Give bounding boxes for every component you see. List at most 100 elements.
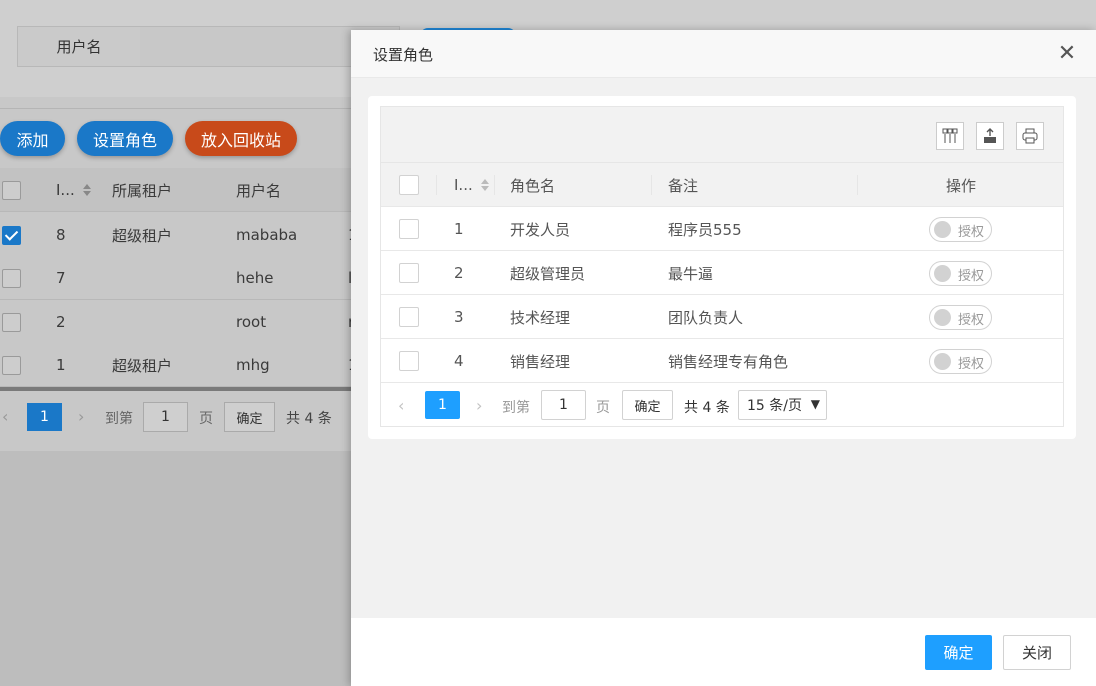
chevron-down-icon: ▼	[810, 397, 820, 411]
row-checkbox[interactable]	[399, 263, 419, 283]
table-row[interactable]: 2 超级管理员 最牛逼 授权	[381, 251, 1063, 295]
next-page-icon[interactable]: ›	[78, 407, 84, 426]
role-table-header: I... 角色名 备注 操作	[381, 163, 1063, 207]
print-icon[interactable]	[1016, 122, 1044, 150]
goto-confirm-button[interactable]: 确定	[622, 390, 673, 420]
toggle-knob	[934, 265, 951, 282]
cell-id: 2	[56, 313, 66, 331]
sort-icon[interactable]	[82, 184, 91, 196]
authorize-toggle[interactable]: 授权	[929, 349, 992, 374]
select-all-checkbox[interactable]	[399, 175, 419, 195]
total-count: 共 4 条	[286, 411, 332, 427]
row-checkbox[interactable]	[2, 356, 21, 375]
cell-remark: 团队负责人	[668, 308, 744, 327]
dialog-title: 设置角色	[373, 46, 434, 64]
sort-icon[interactable]	[480, 179, 489, 191]
goto-label: 到第	[502, 400, 530, 416]
cell-id: 4	[454, 352, 464, 370]
column-divider	[494, 175, 495, 195]
column-header-id[interactable]: I...	[56, 168, 91, 212]
column-divider	[436, 175, 437, 195]
current-page-button[interactable]: 1	[27, 403, 62, 431]
toggle-knob	[934, 353, 951, 370]
cell-remark: 最牛逼	[668, 264, 714, 283]
cell-id: 1	[454, 220, 464, 238]
authorize-toggle[interactable]: 授权	[929, 261, 992, 286]
cell-id: 1	[56, 356, 66, 374]
goto-confirm-button[interactable]: 确定	[224, 402, 275, 432]
column-divider	[651, 175, 652, 195]
role-table-pager: ‹ 1 › 到第 页 确定 共 4 条 15 条/页 ▼	[381, 383, 1063, 427]
confirm-button[interactable]: 确定	[925, 635, 992, 670]
row-checkbox[interactable]	[2, 226, 21, 245]
column-header-action: 操作	[946, 176, 977, 195]
table-toolbar	[381, 107, 1063, 163]
set-role-button[interactable]: 设置角色	[77, 121, 173, 156]
authorize-label: 授权	[958, 313, 985, 328]
background-pager: ‹ 1 › 到第 1 页 确定 共 4 条	[0, 391, 360, 451]
column-header-tenant: 所属租户	[112, 181, 173, 200]
column-header-username: 用户名	[236, 181, 282, 200]
authorize-toggle[interactable]: 授权	[929, 217, 992, 242]
goto-label: 到第	[105, 411, 133, 427]
dialog-header: 设置角色 ✕	[351, 30, 1096, 78]
table-row[interactable]: 3 技术经理 团队负责人 授权	[381, 295, 1063, 339]
cell-username: mhg	[236, 356, 270, 374]
toggle-knob	[934, 221, 951, 238]
background-empty-area	[0, 451, 360, 686]
close-icon[interactable]: ✕	[1056, 43, 1078, 65]
role-table: I... 角色名 备注 操作 1 开发人员 程序员555 授权 2 超级管理员 …	[380, 106, 1064, 427]
next-page-icon[interactable]: ›	[476, 396, 482, 415]
authorize-toggle[interactable]: 授权	[929, 305, 992, 330]
authorize-label: 授权	[958, 357, 985, 372]
column-header-role-name: 角色名	[510, 176, 556, 195]
column-header-remark: 备注	[668, 176, 699, 195]
dialog-footer: 确定 关闭	[351, 618, 1096, 686]
row-checkbox[interactable]	[399, 351, 419, 371]
goto-page-input[interactable]	[541, 390, 586, 420]
page-label: 页	[199, 411, 213, 427]
column-divider	[857, 175, 858, 195]
page-size-select[interactable]: 15 条/页 ▼	[738, 390, 827, 420]
cell-id: 8	[56, 226, 66, 244]
current-page-button[interactable]: 1	[425, 391, 460, 419]
prev-page-icon[interactable]: ‹	[398, 396, 404, 415]
cell-id: 3	[454, 308, 464, 326]
cell-id: 2	[454, 264, 464, 282]
row-checkbox[interactable]	[2, 269, 21, 288]
prev-page-icon[interactable]: ‹	[2, 407, 8, 426]
column-header-id[interactable]: I...	[454, 163, 489, 207]
row-checkbox[interactable]	[399, 219, 419, 239]
role-table-card: I... 角色名 备注 操作 1 开发人员 程序员555 授权 2 超级管理员 …	[368, 96, 1076, 439]
cell-username: hehe	[236, 269, 274, 287]
page-label: 页	[596, 400, 610, 416]
select-all-checkbox[interactable]	[2, 181, 21, 200]
table-row[interactable]: 4 销售经理 销售经理专有角色 授权	[381, 339, 1063, 383]
export-icon[interactable]	[976, 122, 1004, 150]
page-size-value: 15 条/页	[747, 398, 802, 414]
goto-page-input[interactable]: 1	[143, 402, 188, 432]
close-button[interactable]: 关闭	[1003, 635, 1071, 670]
cell-remark: 程序员555	[668, 220, 742, 239]
recycle-button[interactable]: 放入回收站	[185, 121, 297, 156]
username-label: 用户名	[17, 26, 141, 67]
authorize-label: 授权	[958, 225, 985, 240]
set-role-dialog: 设置角色 ✕ I... 角色名 备注 操作 1 开发人员 程序员555 授权 2…	[351, 30, 1096, 686]
add-button[interactable]: 添加	[0, 121, 65, 156]
authorize-label: 授权	[958, 269, 985, 284]
cell-username: root	[236, 313, 267, 331]
cell-role-name: 销售经理	[510, 352, 571, 371]
cell-role-name: 技术经理	[510, 308, 571, 327]
cell-role-name: 超级管理员	[510, 264, 586, 283]
table-row[interactable]: 1 开发人员 程序员555 授权	[381, 207, 1063, 251]
cell-id: 7	[56, 269, 66, 287]
row-checkbox[interactable]	[399, 307, 419, 327]
columns-filter-icon[interactable]	[936, 122, 964, 150]
toggle-knob	[934, 309, 951, 326]
cell-remark: 销售经理专有角色	[668, 352, 789, 371]
cell-role-name: 开发人员	[510, 220, 571, 239]
total-count: 共 4 条	[684, 400, 730, 416]
row-checkbox[interactable]	[2, 313, 21, 332]
cell-tenant: 超级租户	[112, 226, 173, 245]
cell-username: mababa	[236, 226, 298, 244]
